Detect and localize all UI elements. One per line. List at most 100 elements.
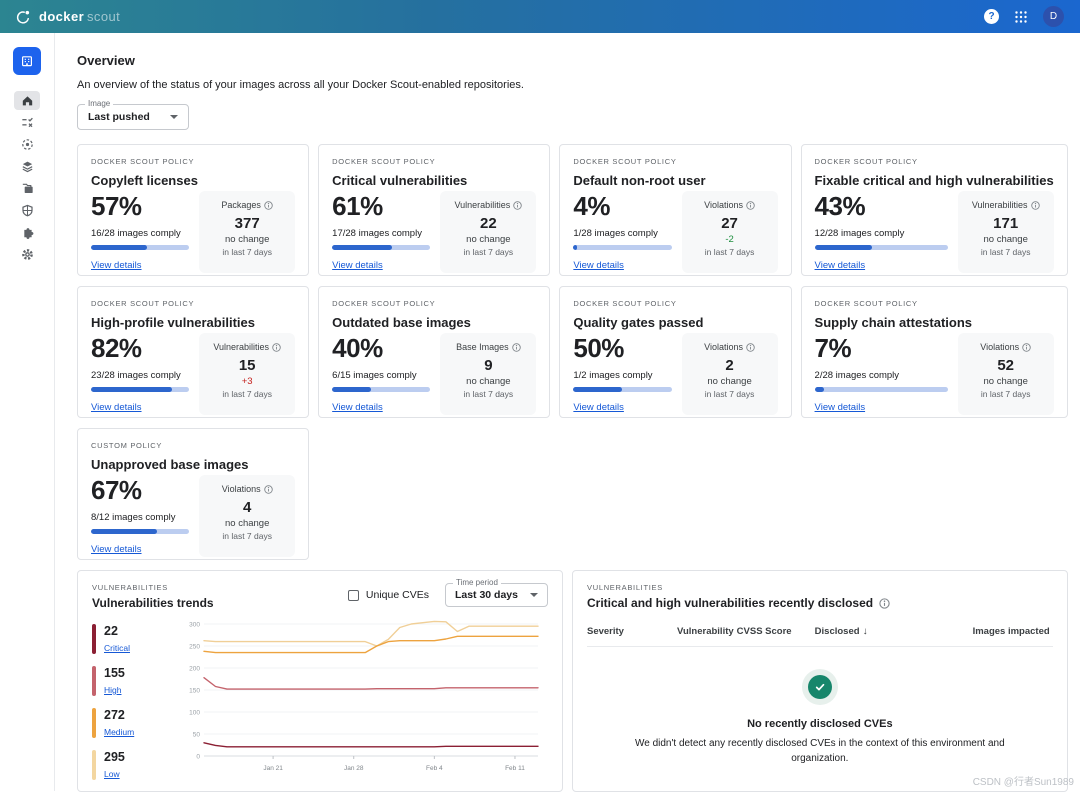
stat-period: in last 7 days	[203, 247, 291, 257]
info-icon[interactable]	[1022, 343, 1031, 352]
info-icon[interactable]	[746, 201, 755, 210]
svg-text:Feb 4: Feb 4	[426, 765, 443, 772]
stat-label: Packages	[221, 200, 261, 210]
images-comply-text: 6/15 images comply	[332, 370, 430, 381]
images-comply-text: 1/28 images comply	[573, 228, 671, 239]
policy-type-label: DOCKER SCOUT POLICY	[573, 157, 777, 166]
info-icon[interactable]	[512, 343, 521, 352]
success-check-halo	[802, 669, 838, 705]
sidebar-item-vulnerabilities[interactable]	[14, 135, 40, 154]
stat-label: Violations	[980, 342, 1019, 352]
stat-period: in last 7 days	[962, 247, 1050, 257]
unique-cves-checkbox[interactable]	[348, 590, 359, 601]
image-filter-select[interactable]: Image Last pushed	[77, 104, 189, 130]
policy-cards-grid: DOCKER SCOUT POLICY Copyleft licenses 57…	[77, 144, 1068, 560]
table-column-header[interactable]: Images impacted	[943, 626, 1053, 637]
watermark-text: CSDN @行者Sun1989	[973, 773, 1074, 788]
severity-count: 272	[104, 708, 134, 722]
severity-color-bar	[92, 624, 96, 654]
view-details-link[interactable]: View details	[332, 260, 383, 271]
severity-filter-link[interactable]: Medium	[104, 727, 134, 737]
compliance-progress-bar	[91, 245, 189, 250]
view-details-link[interactable]: View details	[91, 260, 142, 271]
svg-text:50: 50	[193, 731, 201, 738]
images-comply-text: 17/28 images comply	[332, 228, 430, 239]
sidebar-item-settings[interactable]	[14, 245, 40, 264]
compliance-progress-bar	[573, 245, 671, 250]
docker-scout-logo-icon	[14, 8, 32, 26]
info-icon[interactable]	[513, 201, 522, 210]
sidebar-item-home[interactable]	[14, 91, 40, 110]
time-period-select[interactable]: Time period Last 30 days	[445, 583, 548, 607]
recently-disclosed-panel: VULNERABILITIES Critical and high vulner…	[572, 570, 1068, 792]
unique-cves-checkbox-row[interactable]: Unique CVEs	[348, 589, 429, 601]
stat-period: in last 7 days	[962, 389, 1050, 399]
help-icon[interactable]: ?	[984, 9, 999, 24]
stat-label: Violations	[222, 484, 261, 494]
severity-filter-link[interactable]: High	[104, 685, 121, 695]
stat-box: Violations 2 no change in last 7 days	[682, 333, 778, 415]
policy-title: Unapproved base images	[91, 457, 295, 472]
policy-type-label: DOCKER SCOUT POLICY	[573, 299, 777, 308]
view-details-link[interactable]: View details	[91, 544, 142, 555]
sidebar-item-policies[interactable]	[14, 113, 40, 132]
stat-box: Violations 27 -2 in last 7 days	[682, 191, 778, 273]
view-details-link[interactable]: View details	[573, 402, 624, 413]
stat-period: in last 7 days	[686, 247, 774, 257]
compliance-progress-fill	[815, 245, 872, 250]
sidebar-item-base-images[interactable]	[14, 201, 40, 220]
image-filter-value: Last pushed	[88, 111, 150, 123]
stat-value: 52	[962, 357, 1050, 374]
severity-filter-link[interactable]: Low	[104, 769, 120, 779]
severity-legend-item: 272 Medium	[92, 708, 176, 740]
info-icon[interactable]	[264, 201, 273, 210]
view-details-link[interactable]: View details	[815, 260, 866, 271]
compliance-progress-bar	[91, 387, 189, 392]
info-icon[interactable]	[1031, 201, 1040, 210]
checklist-icon	[20, 115, 35, 130]
sidebar-item-integrations[interactable]	[14, 223, 40, 242]
stat-delta: -2	[686, 234, 774, 245]
policy-type-label: DOCKER SCOUT POLICY	[815, 299, 1054, 308]
info-icon[interactable]	[879, 598, 890, 609]
svg-text:Jan 28: Jan 28	[344, 765, 364, 772]
compliance-progress-fill	[573, 387, 622, 392]
docker-scout-logo[interactable]: dockerscout	[14, 8, 120, 26]
table-column-header[interactable]: Vulnerability	[677, 626, 737, 637]
apps-grid-icon[interactable]	[1014, 10, 1028, 24]
table-column-header[interactable]: Severity	[587, 626, 677, 637]
sidebar-item-repositories[interactable]	[14, 179, 40, 198]
svg-text:Jan 21: Jan 21	[263, 765, 283, 772]
chevron-down-icon	[530, 593, 538, 597]
stat-box: Packages 377 no change in last 7 days	[199, 191, 295, 273]
sidebar-item-organization[interactable]	[13, 47, 41, 75]
stat-box: Vulnerabilities 22 no change in last 7 d…	[440, 191, 536, 273]
policy-card: DOCKER SCOUT POLICY Supply chain attesta…	[801, 286, 1068, 418]
view-details-link[interactable]: View details	[91, 402, 142, 413]
info-icon[interactable]	[272, 343, 281, 352]
info-icon[interactable]	[746, 343, 755, 352]
stat-delta: no change	[962, 234, 1050, 245]
table-column-header[interactable]: Disclosed ↓	[815, 626, 943, 637]
compliance-progress-bar	[332, 245, 430, 250]
view-details-link[interactable]: View details	[332, 402, 383, 413]
avatar[interactable]: D	[1043, 6, 1064, 27]
sidebar-nav	[0, 33, 55, 791]
stat-period: in last 7 days	[686, 389, 774, 399]
stat-label: Base Images	[456, 342, 509, 352]
stat-box: Violations 52 no change in last 7 days	[958, 333, 1054, 415]
policy-title: Quality gates passed	[573, 315, 777, 330]
compliance-progress-fill	[91, 529, 157, 534]
view-details-link[interactable]: View details	[573, 260, 624, 271]
radar-scan-icon	[20, 137, 35, 152]
view-details-link[interactable]: View details	[815, 402, 866, 413]
compliance-progress-fill	[91, 387, 172, 392]
severity-color-bar	[92, 750, 96, 780]
info-icon[interactable]	[264, 485, 273, 494]
policy-title: Critical vulnerabilities	[332, 173, 536, 188]
severity-filter-link[interactable]: Critical	[104, 643, 130, 653]
policy-type-label: CUSTOM POLICY	[91, 441, 295, 450]
table-column-header[interactable]: CVSS Score	[737, 626, 815, 637]
policy-card: DOCKER SCOUT POLICY Critical vulnerabili…	[318, 144, 550, 276]
sidebar-item-images[interactable]	[14, 157, 40, 176]
